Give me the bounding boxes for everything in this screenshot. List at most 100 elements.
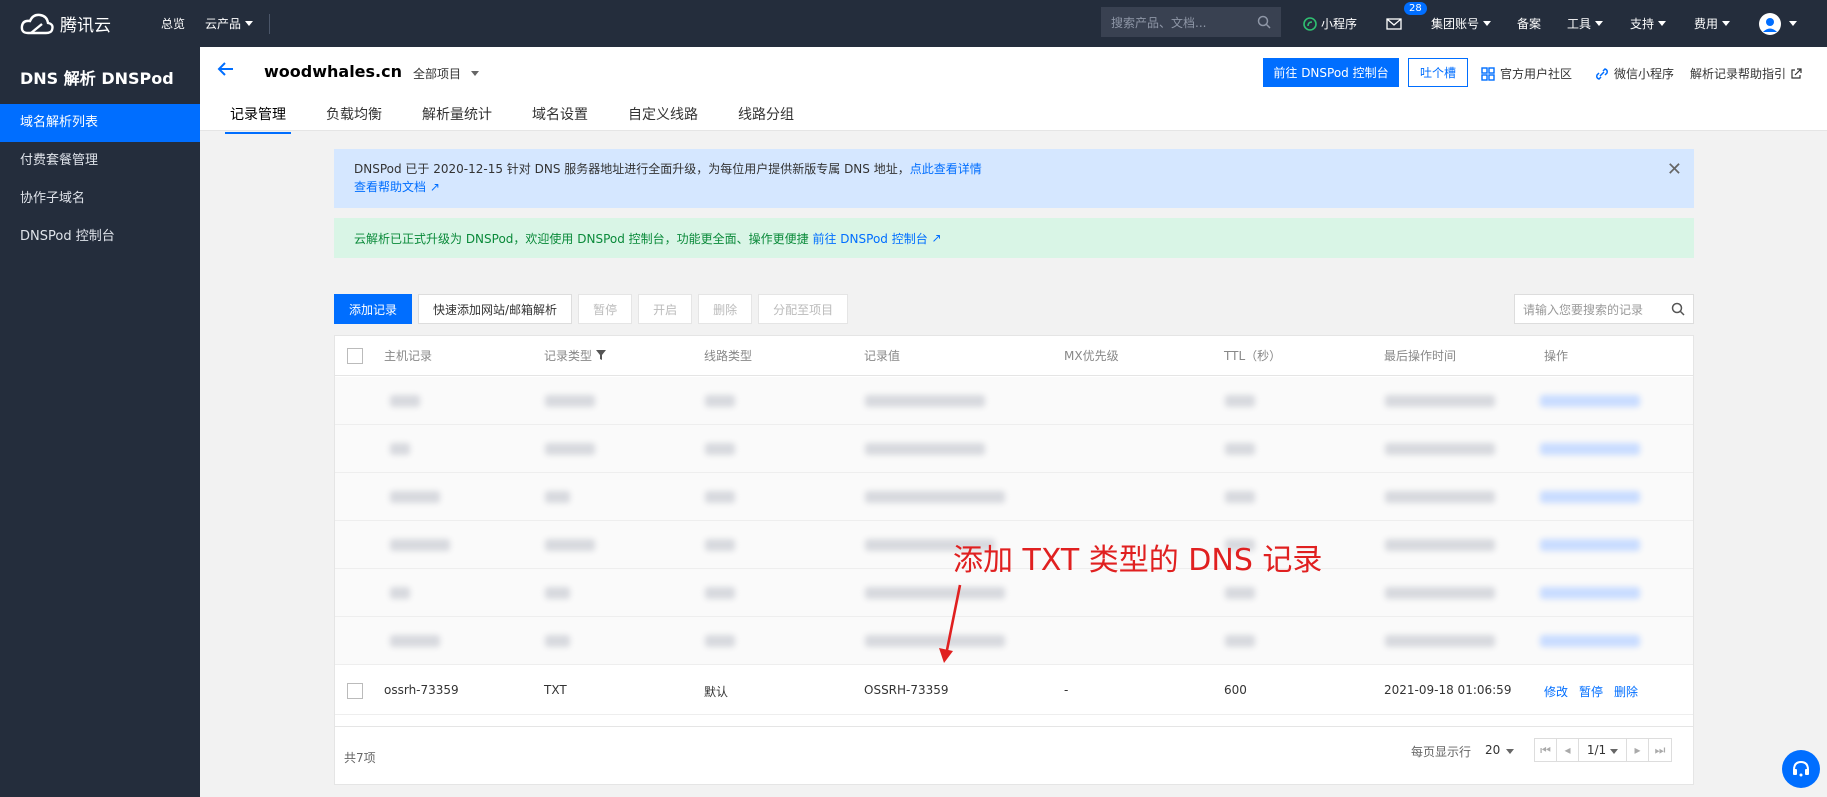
annotation-arrow [939, 584, 962, 663]
row-checkbox[interactable] [347, 683, 363, 699]
back-arrow-icon[interactable] [217, 61, 235, 82]
tab-load-balance[interactable]: 负载均衡 [326, 104, 382, 130]
beian-link[interactable]: 备案 [1517, 0, 1541, 47]
alert-blue-text: DNSPod 已于 2020-12-15 针对 DNS 服务器地址进行全面升级，… [354, 162, 910, 176]
table-row: ossrh-73359 TXT 默认 OSSRH-73359 - 600 202… [335, 667, 1693, 715]
close-icon[interactable]: ✕ [1667, 161, 1682, 179]
tab-record-management[interactable]: 记录管理 [225, 104, 291, 134]
community-label: 官方用户社区 [1500, 67, 1573, 81]
row-edit-link[interactable]: 修改 [1544, 683, 1568, 700]
billing-menu[interactable]: 费用 [1694, 0, 1731, 47]
add-record-button[interactable]: 添加记录 [334, 294, 413, 324]
next-page-icon[interactable]: ▸ [1627, 739, 1649, 761]
help-doc-link[interactable]: 查看帮助文档 [354, 180, 426, 194]
annotation-label: 添加 TXT 类型的 DNS 记录 [953, 543, 1323, 578]
billing-label: 费用 [1694, 17, 1719, 31]
col-value: 记录值 [864, 349, 901, 363]
row-delete-link[interactable]: 删除 [1614, 683, 1638, 700]
search-icon [1671, 302, 1685, 316]
avatar-icon [1759, 12, 1781, 35]
prev-page-icon[interactable]: ◂ [1557, 739, 1579, 761]
project-select[interactable]: 全部项目 [413, 65, 480, 82]
page-indicator-value: 1/1 [1586, 743, 1607, 757]
miniprogram-link[interactable]: 小程序 [1303, 0, 1357, 47]
first-page-icon[interactable]: ⏮ [1535, 739, 1557, 761]
mail-button[interactable]: 28 [1386, 0, 1427, 47]
row-pause-link[interactable]: 暂停 [1579, 683, 1603, 700]
sidebar-title: DNS 解析 DNSPod [20, 69, 174, 88]
total-count: 共7项 [344, 751, 376, 765]
tools-label: 工具 [1567, 17, 1592, 31]
goto-dnspod-console-button[interactable]: 前往 DNSPod 控制台 [1263, 58, 1399, 87]
chevron-down-icon [1789, 21, 1797, 26]
row-host: ossrh-73359 [384, 683, 459, 697]
grid-icon [1481, 66, 1495, 81]
page-size-select[interactable]: 20 [1485, 743, 1515, 757]
miniprogram-icon [1303, 16, 1317, 31]
dns-upgrade-alert: DNSPod 已于 2020-12-15 针对 DNS 服务器地址进行全面升级，… [334, 149, 1694, 208]
feedback-button[interactable]: 吐个槽 [1408, 58, 1468, 87]
enable-button[interactable]: 开启 [638, 294, 693, 324]
row-line: 默认 [704, 685, 729, 699]
external-link-icon: ↗ [931, 231, 942, 245]
tools-menu[interactable]: 工具 [1567, 0, 1604, 47]
table-header: 主机记录 记录类型 线路类型 记录值 MX优先级 TTL（秒） 最后操作时间 操… [335, 336, 1693, 376]
filter-icon [595, 350, 606, 360]
sidebar-item-collab-subdomain[interactable]: 协作子域名 [0, 180, 200, 218]
col-host: 主机记录 [384, 349, 433, 363]
select-all-checkbox[interactable] [347, 347, 363, 364]
record-search-placeholder: 请输入您要搜索的记录 [1523, 302, 1644, 317]
support-chat-button[interactable] [1782, 750, 1820, 788]
record-toolbar: 添加记录 快速添加网站/邮箱解析 暂停 开启 删除 分配至项目 [334, 294, 854, 324]
chevron-down-icon [1506, 749, 1515, 754]
avatar-menu[interactable] [1759, 0, 1797, 47]
nav-divider [269, 13, 271, 34]
pause-button[interactable]: 暂停 [578, 294, 633, 324]
view-details-link[interactable]: 点此查看详情 [910, 162, 982, 176]
headset-icon [1793, 760, 1809, 777]
tab-custom-lines[interactable]: 自定义线路 [628, 104, 698, 130]
sidebar-item-domain-list[interactable]: 域名解析列表 [0, 104, 200, 142]
global-search-input[interactable]: 搜索产品、文档... [1101, 7, 1281, 37]
community-link[interactable]: 官方用户社区 [1481, 65, 1572, 82]
mail-icon [1386, 17, 1402, 30]
top-navbar: 腾讯云 总览 云产品 搜索产品、文档... 小程序 28 集团账号 备案 工具 … [0, 0, 1827, 47]
col-type[interactable]: 记录类型 [544, 347, 606, 364]
group-account-menu[interactable]: 集团账号 [1431, 0, 1492, 47]
alert-green-text: 云解析已正式升级为 DNSPod，欢迎使用 DNSPod 控制台，功能更全面、操… [354, 231, 809, 246]
group-account-label: 集团账号 [1431, 17, 1480, 31]
pagination: 共7项 每页显示行 20 ⏮ ◂ 1/1 ▸ ⏭ [335, 726, 1693, 784]
row-time: 2021-09-18 01:06:59 [1384, 683, 1512, 697]
tencent-cloud-logo[interactable]: 腾讯云 [20, 11, 140, 36]
sidebar-item-paid-plans[interactable]: 付费套餐管理 [0, 142, 200, 180]
help-guide-label: 解析记录帮助指引 [1690, 67, 1787, 81]
link-icon [1596, 67, 1608, 80]
chevron-down-icon [1610, 749, 1619, 754]
sidebar-item-dnspod-console[interactable]: DNSPod 控制台 [0, 218, 200, 256]
nav-overview[interactable]: 总览 [161, 15, 185, 32]
row-ttl: 600 [1224, 683, 1247, 697]
help-guide-link[interactable]: 解析记录帮助指引 [1690, 65, 1807, 82]
wechat-miniprogram-link[interactable]: 微信小程序 [1595, 65, 1674, 82]
page-indicator[interactable]: 1/1 [1579, 739, 1627, 761]
tab-domain-settings[interactable]: 域名设置 [532, 104, 588, 130]
col-actions: 操作 [1544, 349, 1569, 363]
goto-console-link[interactable]: 前往 DNSPod 控制台 [812, 230, 927, 247]
chevron-down-icon [1483, 21, 1492, 26]
support-label: 支持 [1630, 17, 1655, 31]
search-icon [1257, 15, 1271, 29]
quick-add-button[interactable]: 快速添加网站/邮箱解析 [418, 294, 573, 324]
chevron-down-icon [1658, 21, 1667, 26]
external-link-icon: ↗ [429, 180, 440, 194]
support-menu[interactable]: 支持 [1630, 0, 1667, 47]
miniprogram-label: 小程序 [1321, 17, 1358, 31]
tab-resolve-stats[interactable]: 解析量统计 [422, 104, 492, 130]
nav-products[interactable]: 云产品 [205, 15, 254, 32]
tab-line-groups[interactable]: 线路分组 [738, 104, 794, 130]
search-placeholder: 搜索产品、文档... [1111, 15, 1207, 30]
record-search-input[interactable]: 请输入您要搜索的记录 [1514, 294, 1694, 324]
assign-project-button[interactable]: 分配至项目 [758, 294, 849, 324]
last-page-icon[interactable]: ⏭ [1649, 739, 1671, 761]
delete-button[interactable]: 删除 [698, 294, 753, 324]
col-time: 最后操作时间 [1384, 349, 1457, 363]
